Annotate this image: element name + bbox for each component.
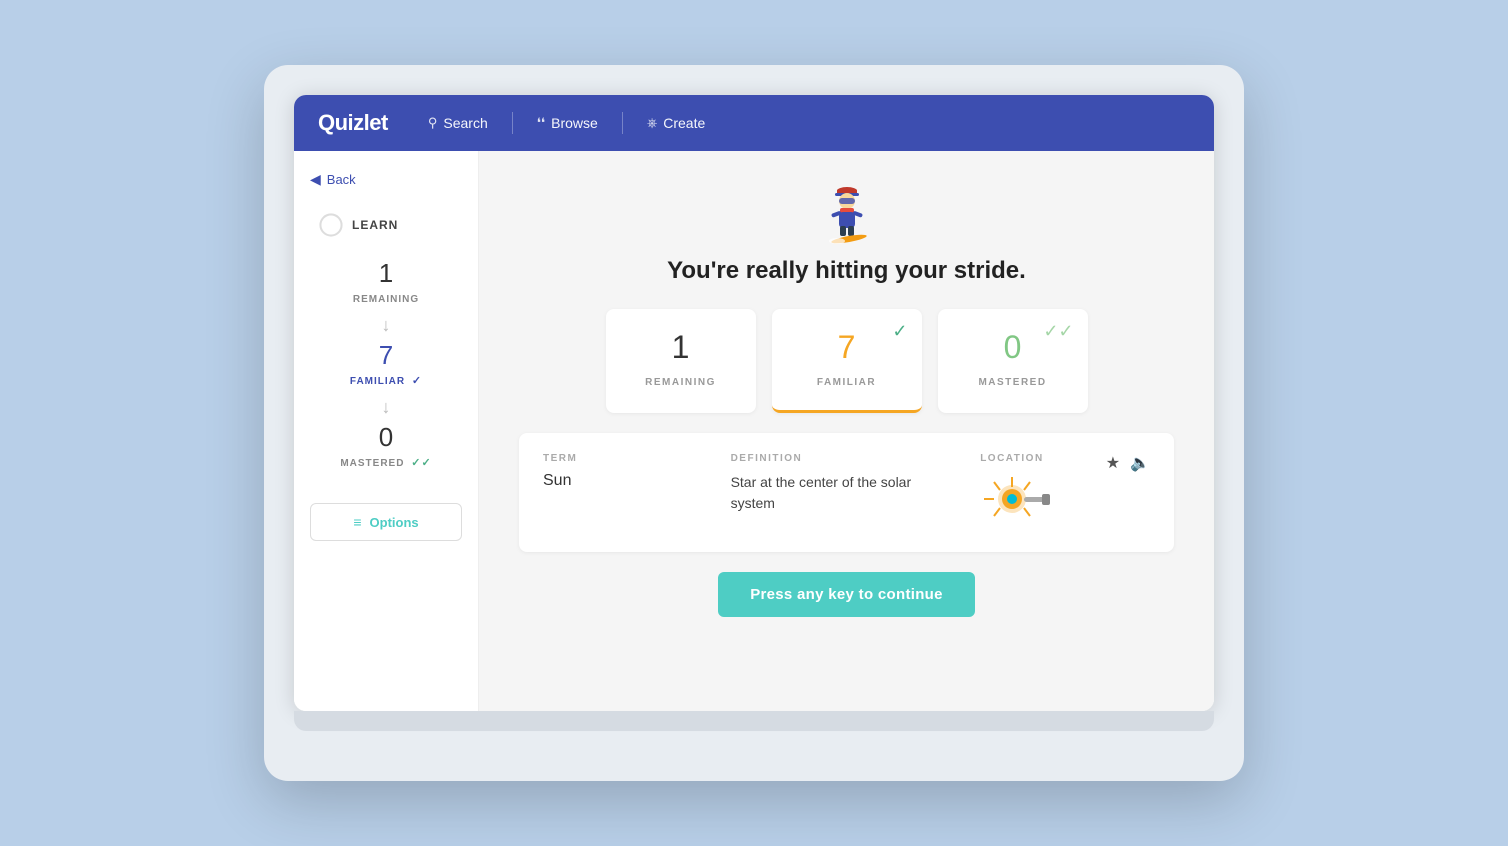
definition-value: Star at the center of the solar system — [731, 472, 919, 514]
options-label: Options — [370, 515, 419, 530]
back-label: Back — [327, 172, 356, 187]
create-label: Create — [663, 115, 705, 131]
familiar-check-icon: ✓ — [412, 375, 422, 387]
remaining-number: 1 — [310, 258, 462, 289]
term-column: TERM Sun — [543, 453, 731, 532]
create-icon: ⎈ — [647, 115, 657, 131]
flashcard: TERM Sun DEFINITION Star at the center o… — [519, 433, 1174, 552]
mastered-check-double-icon: ✓✓ — [1043, 321, 1073, 342]
flashcard-cols: TERM Sun DEFINITION Star at the center o… — [543, 453, 1106, 532]
sidebar-familiar-stat: 7 FAMILIAR ✓ — [310, 340, 462, 389]
familiar-label: FAMILIAR ✓ — [350, 376, 422, 387]
remaining-card: 1 REMAINING — [606, 309, 756, 413]
term-label: TERM — [543, 453, 731, 464]
card-familiar-label: FAMILIAR — [817, 377, 876, 388]
audio-icon[interactable]: 🔈 — [1130, 453, 1150, 473]
learn-label: LEARN — [352, 218, 398, 232]
sidebar-remaining-stat: 1 REMAINING — [310, 258, 462, 307]
mastered-card: ✓✓ 0 MASTERED — [938, 309, 1088, 413]
search-label: Search — [443, 115, 487, 131]
main-content: You're really hitting your stride. 1 REM… — [479, 151, 1214, 711]
flashcard-row: TERM Sun DEFINITION Star at the center o… — [543, 453, 1150, 532]
familiar-check-icon: ✓ — [892, 321, 907, 342]
back-button[interactable]: ◀ Back — [310, 171, 462, 188]
familiar-card: ✓ 7 FAMILIAR — [772, 309, 922, 413]
card-remaining-label: REMAINING — [645, 377, 716, 388]
flashcard-actions: ★ 🔈 — [1106, 453, 1150, 473]
sun-illustration — [972, 472, 1052, 527]
navigation: Quizlet ⚲ Search ❛❛ Browse ⎈ Create — [294, 95, 1214, 151]
nav-divider-2 — [622, 112, 623, 134]
card-familiar-number: 7 — [796, 329, 898, 366]
back-arrow-icon: ◀ — [310, 171, 321, 188]
familiar-number: 7 — [310, 340, 462, 371]
search-nav-item[interactable]: ⚲ Search — [428, 115, 488, 131]
location-label: LOCATION — [972, 453, 1052, 464]
sidebar: ◀ Back LEARN 1 REMAINING — [294, 151, 479, 711]
logo[interactable]: Quizlet — [318, 110, 388, 136]
mastered-check-icon: ✓✓ — [411, 457, 431, 469]
browse-label: Browse — [551, 115, 598, 131]
arrow-down-1: ↓ — [310, 315, 462, 336]
mascot-illustration — [815, 179, 879, 243]
learn-header: LEARN — [310, 212, 462, 238]
stats-cards: 1 REMAINING ✓ 7 FAMILIAR ✓✓ 0 MASTERED — [519, 309, 1174, 413]
browse-icon: ❛❛ — [537, 115, 545, 131]
continue-button[interactable]: Press any key to continue — [718, 572, 975, 617]
learn-progress-icon — [318, 212, 344, 238]
search-icon: ⚲ — [428, 115, 438, 131]
browse-nav-item[interactable]: ❛❛ Browse — [537, 115, 598, 131]
page-title: You're really hitting your stride. — [667, 257, 1026, 285]
card-mastered-label: MASTERED — [978, 377, 1046, 388]
nav-divider-1 — [512, 112, 513, 134]
term-value: Sun — [543, 472, 731, 490]
arrow-down-2: ↓ — [310, 397, 462, 418]
mastered-label: MASTERED ✓✓ — [340, 458, 431, 469]
remaining-label: REMAINING — [353, 294, 419, 305]
options-button[interactable]: ≡ Options — [310, 503, 462, 541]
definition-label: DEFINITION — [731, 453, 919, 464]
star-icon[interactable]: ★ — [1106, 453, 1120, 473]
content-area: ◀ Back LEARN 1 REMAINING — [294, 151, 1214, 711]
create-nav-item[interactable]: ⎈ Create — [647, 115, 705, 131]
options-icon: ≡ — [353, 514, 361, 530]
location-column: LOCATION — [918, 453, 1106, 532]
card-remaining-number: 1 — [630, 329, 732, 366]
sidebar-mastered-stat: 0 MASTERED ✓✓ — [310, 422, 462, 471]
laptop-bottom — [294, 711, 1214, 731]
mastered-number: 0 — [310, 422, 462, 453]
learn-section: LEARN 1 REMAINING ↓ 7 FAMILIAR ✓ — [310, 212, 462, 541]
definition-column: DEFINITION Star at the center of the sol… — [731, 453, 919, 532]
